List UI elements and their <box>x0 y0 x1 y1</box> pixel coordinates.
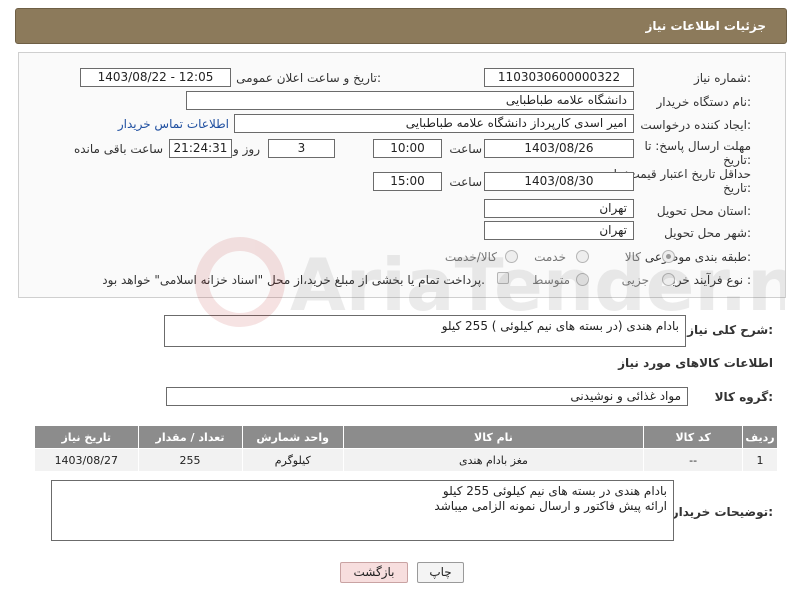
announce-field: 1403/08/22 - 12:05 <box>80 68 231 87</box>
category-radio-goods[interactable] <box>662 250 675 263</box>
deadline-time-label: ساعت <box>449 142 482 156</box>
province-field: تهران <box>484 199 634 218</box>
remaining-time-field: 21:24:31 <box>169 139 232 158</box>
col-name: نام کالا <box>342 425 645 449</box>
deadline-label-date: تاریخ: <box>723 153 751 167</box>
table-row: 1 -- مغز بادام هندی کیلوگرم 255 1403/08/… <box>34 448 778 472</box>
process-radio-minor[interactable] <box>662 273 675 286</box>
goods-group-label: گروه کالا: <box>714 390 773 404</box>
category-radio-service[interactable] <box>576 250 589 263</box>
col-row: ردیف <box>742 425 778 449</box>
items-table: ردیف کد کالا نام کالا واحد شمارش تعداد /… <box>34 425 778 472</box>
days-field: 3 <box>268 139 335 158</box>
need-number-label: شماره نیاز: <box>693 71 751 85</box>
buyer-notes-line-1: بادام هندی در بسته های نیم کیلوئی 255 کی… <box>442 484 667 498</box>
buyer-notes-field: بادام هندی در بسته های نیم کیلوئی 255 کی… <box>51 480 674 541</box>
print-button[interactable]: چاپ <box>417 562 464 583</box>
category-option-service: خدمت <box>534 250 566 264</box>
col-unit: واحد شمارش <box>241 425 344 449</box>
announce-label: تاریخ و ساعت اعلان عمومی: <box>236 71 381 85</box>
category-option-goods: کالا <box>624 250 641 264</box>
cell-quantity: 255 <box>137 448 243 472</box>
contact-info-link[interactable]: اطلاعات تماس خریدار <box>118 117 229 131</box>
need-number-field: 1103030600000322 <box>484 68 634 87</box>
category-radio-both[interactable] <box>505 250 518 263</box>
page-header: جزئیات اطلاعات نیاز <box>15 8 787 44</box>
summary-field: بادام هندی (در بسته های نیم کیلوئی ) 255… <box>164 315 686 347</box>
back-button[interactable]: بازگشت <box>340 562 408 583</box>
buyer-org-field: دانشگاه علامه طباطبایی <box>186 91 634 110</box>
category-label: طبقه بندی موضوعی: <box>644 250 751 264</box>
days-label: روز و <box>233 142 260 156</box>
validity-label: حداقل تاریخ اعتبار قیمت: تا <box>613 167 751 181</box>
buyer-org-label: نام دستگاه خریدار: <box>656 95 752 109</box>
goods-section-title: اطلاعات کالاهای مورد نیاز <box>618 356 773 370</box>
buyer-notes-line-2: ارائه پیش فاکتور و ارسال نمونه الزامی می… <box>434 499 667 513</box>
validity-date-field: 1403/08/30 <box>484 172 634 191</box>
city-field: تهران <box>484 221 634 240</box>
goods-group-field: مواد غذائی و نوشیدنی <box>166 387 688 406</box>
validity-time-label: ساعت <box>449 175 482 189</box>
treasury-payment-checkbox[interactable] <box>497 272 509 284</box>
validity-time-field: 15:00 <box>373 172 442 191</box>
buyer-notes-label: توضیحات خریدار: <box>671 505 773 519</box>
cell-unit: کیلوگرم <box>241 448 344 472</box>
table-header-row: ردیف کد کالا نام کالا واحد شمارش تعداد /… <box>34 425 778 449</box>
deadline-date-field: 1403/08/26 <box>484 139 634 158</box>
process-radio-medium[interactable] <box>576 273 589 286</box>
process-label: نوع فرآیند خرید : <box>666 273 751 287</box>
treasury-payment-note: پرداخت تمام یا بخشی از مبلغ خرید،از محل … <box>102 273 485 287</box>
province-label: استان محل تحویل: <box>656 204 751 218</box>
cell-row: 1 <box>742 448 778 472</box>
category-option-both: کالا/خدمت <box>444 250 497 264</box>
creator-field: امیر اسدی کارپرداز دانشگاه علامه طباطبای… <box>234 114 634 133</box>
col-code: کد کالا <box>643 425 744 449</box>
col-quantity: تعداد / مقدار <box>137 425 243 449</box>
validity-label-date: تاریخ: <box>723 181 751 195</box>
cell-date: 1403/08/27 <box>34 448 139 472</box>
deadline-label: مهلت ارسال پاسخ: تا <box>644 139 751 153</box>
cell-code: -- <box>643 448 744 472</box>
remaining-label: ساعت باقی مانده <box>73 142 163 156</box>
deadline-time-field: 10:00 <box>373 139 442 158</box>
city-label: شهر محل تحویل: <box>664 226 751 240</box>
process-option-minor: جزیی <box>621 273 649 287</box>
page-title: جزئیات اطلاعات نیاز <box>645 19 766 33</box>
summary-label: شرح کلی نیاز: <box>687 323 773 337</box>
creator-label: ایجاد کننده درخواست: <box>640 118 751 132</box>
process-option-medium: متوسط <box>532 273 570 287</box>
col-date: تاریخ نیاز <box>34 425 139 449</box>
summary-text: بادام هندی (در بسته های نیم کیلوئی ) 255… <box>441 319 679 333</box>
cell-name: مغز بادام هندی <box>342 448 645 472</box>
